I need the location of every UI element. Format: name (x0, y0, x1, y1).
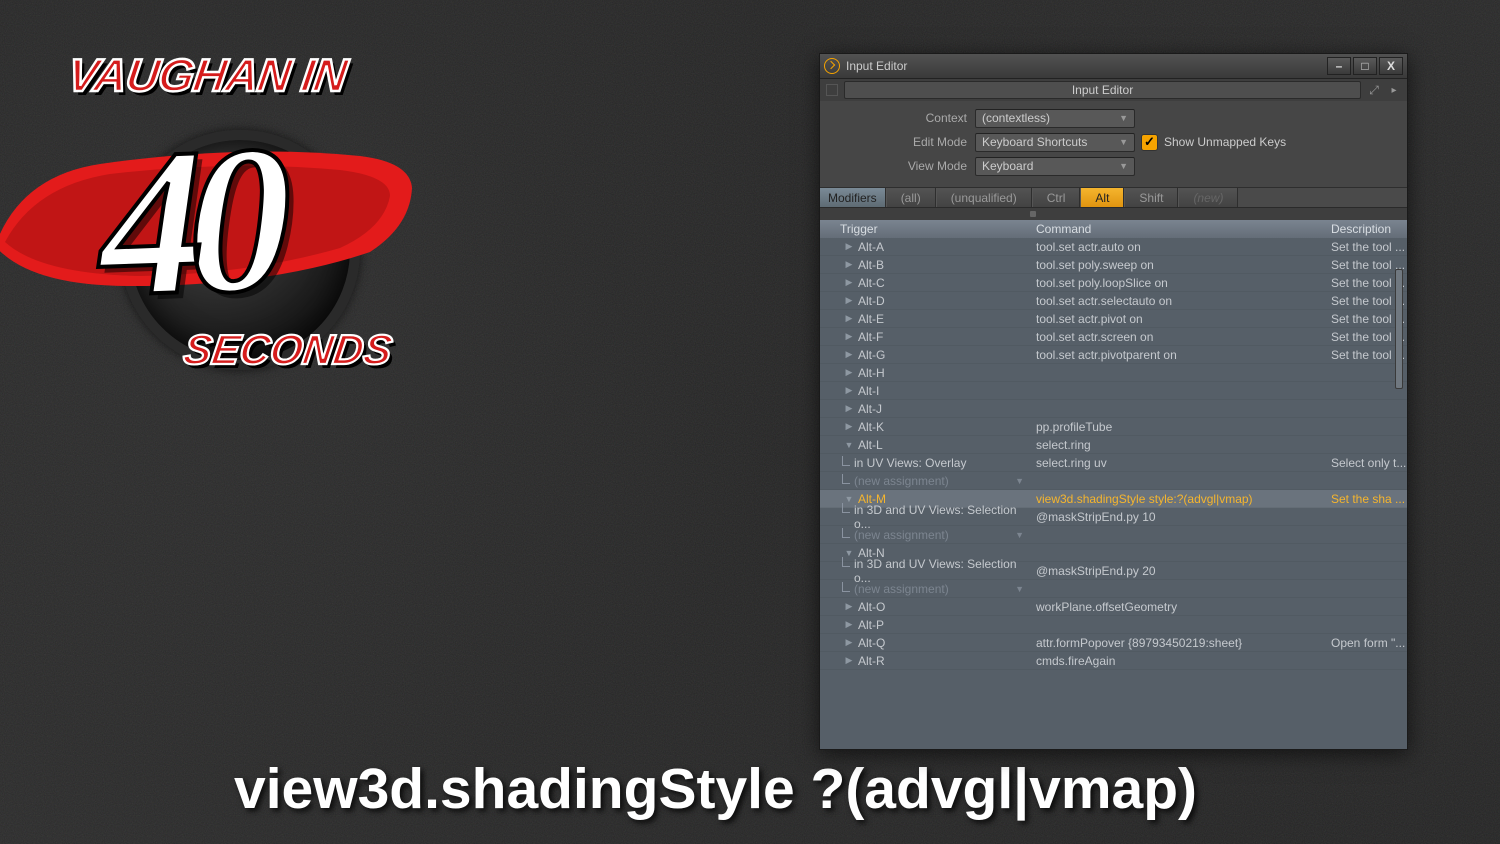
modifiers-bar: Modifiers (all) (unqualified) Ctrl Alt S… (820, 188, 1407, 208)
expand-arrow-icon[interactable]: ▶ (840, 421, 858, 432)
input-editor-window: Input Editor – □ X Input Editor ⤢ ▸ Cont… (819, 53, 1408, 750)
editmode-label: Edit Mode (828, 135, 975, 149)
table-row[interactable]: ▶Alt-Ctool.set poly.loopSlice onSet the … (820, 274, 1407, 292)
caption-text: view3d.shadingStyle ?(advgl|vmap) (234, 756, 1197, 822)
expand-arrow-icon[interactable]: ▶ (840, 277, 858, 288)
show-unmapped-label: Show Unmapped Keys (1164, 135, 1286, 149)
table-row[interactable]: ▶Alt-Qattr.formPopover {89793450219:shee… (820, 634, 1407, 652)
col-command-header[interactable]: Command (1030, 220, 1325, 238)
expand-arrow-icon[interactable]: ▶ (840, 367, 858, 378)
table-row[interactable]: ▶Alt-I (820, 382, 1407, 400)
table-row[interactable]: ▶Alt-OworkPlane.offsetGeometry (820, 598, 1407, 616)
table-row[interactable]: ▶Alt-Ftool.set actr.screen onSet the too… (820, 328, 1407, 346)
mod-new[interactable]: (new) (1178, 188, 1238, 207)
table-row[interactable]: ▶Alt-Btool.set poly.sweep onSet the tool… (820, 256, 1407, 274)
scroll-thumb[interactable] (1395, 269, 1403, 389)
context-dropdown[interactable]: (contextless)▼ (975, 109, 1135, 128)
chevron-down-icon: ▼ (1119, 113, 1128, 123)
logo: VAUGHAN IN 40 SECONDS (20, 30, 460, 370)
maximize-button[interactable]: □ (1353, 57, 1377, 75)
table-row[interactable]: ▶Alt-Atool.set actr.auto onSet the tool … (820, 238, 1407, 256)
divider-slider[interactable] (820, 208, 1407, 220)
expand-arrow-icon[interactable]: ▶ (840, 241, 858, 252)
table-row[interactable]: in UV Views: Overlayselect.ring uvSelect… (820, 454, 1407, 472)
mod-shift[interactable]: Shift (1124, 188, 1178, 207)
logo-text-top: VAUGHAN IN (64, 48, 350, 102)
table-row[interactable]: (new assignment)▼ (820, 526, 1407, 544)
table-row[interactable]: ▶Alt-Kpp.profileTube (820, 418, 1407, 436)
expand-arrow-icon[interactable]: ▶ (840, 331, 858, 342)
chevron-down-icon: ▼ (1119, 161, 1128, 171)
close-button[interactable]: X (1379, 57, 1403, 75)
table-row[interactable]: ▶Alt-Dtool.set actr.selectauto onSet the… (820, 292, 1407, 310)
table-row[interactable]: in 3D and UV Views: Selection o...@maskS… (820, 562, 1407, 580)
expand-arrow-icon[interactable]: ▶ (840, 655, 858, 666)
minimize-button[interactable]: – (1327, 57, 1351, 75)
table-row[interactable]: ▼Alt-Lselect.ring (820, 436, 1407, 454)
table-row[interactable]: ▶Alt-Gtool.set actr.pivotparent onSet th… (820, 346, 1407, 364)
viewmode-dropdown[interactable]: Keyboard▼ (975, 157, 1135, 176)
mod-unqualified[interactable]: (unqualified) (936, 188, 1032, 207)
modifiers-label: Modifiers (820, 188, 886, 207)
table-row[interactable]: (new assignment)▼ (820, 472, 1407, 490)
table-row[interactable]: ▶Alt-H (820, 364, 1407, 382)
table-row[interactable]: ▶Alt-P (820, 616, 1407, 634)
tab-grip-icon[interactable] (826, 84, 838, 96)
chevron-down-icon: ▼ (1119, 137, 1128, 147)
chevron-down-icon[interactable]: ▼ (1015, 530, 1024, 540)
expand-icon[interactable]: ⤢ (1367, 83, 1381, 97)
table-row[interactable]: ▶Alt-J (820, 400, 1407, 418)
editmode-dropdown[interactable]: Keyboard Shortcuts▼ (975, 133, 1135, 152)
logo-number: 40 (96, 99, 278, 346)
table-row[interactable]: ▶Alt-Rcmds.fireAgain (820, 652, 1407, 670)
chevron-down-icon[interactable]: ▼ (1015, 584, 1024, 594)
app-icon (824, 58, 840, 74)
chevron-down-icon[interactable]: ▼ (1015, 476, 1024, 486)
table-body[interactable]: ▶Alt-Atool.set actr.auto onSet the tool … (820, 238, 1407, 749)
mod-all[interactable]: (all) (886, 188, 936, 207)
viewmode-label: View Mode (828, 159, 975, 173)
expand-arrow-icon[interactable]: ▶ (840, 637, 858, 648)
expand-arrow-icon[interactable]: ▶ (840, 601, 858, 612)
expand-arrow-icon[interactable]: ▶ (840, 313, 858, 324)
titlebar[interactable]: Input Editor – □ X (820, 54, 1407, 79)
form-area: Context (contextless)▼ Edit Mode Keyboar… (820, 101, 1407, 188)
expand-arrow-icon[interactable]: ▶ (840, 349, 858, 360)
show-unmapped-checkbox[interactable]: ✓ (1141, 134, 1158, 151)
next-tab-icon[interactable]: ▸ (1387, 83, 1401, 97)
expand-arrow-icon[interactable]: ▶ (840, 619, 858, 630)
expand-arrow-icon[interactable]: ▶ (840, 295, 858, 306)
table-row[interactable]: (new assignment)▼ (820, 580, 1407, 598)
logo-text-bottom: SECONDS (181, 326, 395, 374)
col-trigger-header[interactable]: Trigger (820, 220, 1030, 238)
mod-alt[interactable]: Alt (1080, 188, 1124, 207)
shortcut-table: Trigger Command Description ▶Alt-Atool.s… (820, 220, 1407, 749)
table-row[interactable]: ▶Alt-Etool.set actr.pivot onSet the tool… (820, 310, 1407, 328)
table-row[interactable]: in 3D and UV Views: Selection o...@maskS… (820, 508, 1407, 526)
table-header: Trigger Command Description (820, 220, 1407, 238)
tab-input-editor[interactable]: Input Editor (844, 81, 1361, 99)
expand-arrow-icon[interactable]: ▶ (840, 385, 858, 396)
mod-ctrl[interactable]: Ctrl (1032, 188, 1081, 207)
window-title: Input Editor (846, 59, 1327, 73)
expand-arrow-icon[interactable]: ▶ (840, 403, 858, 414)
collapse-arrow-icon[interactable]: ▼ (840, 440, 858, 450)
expand-arrow-icon[interactable]: ▶ (840, 259, 858, 270)
tab-header: Input Editor ⤢ ▸ (820, 79, 1407, 101)
scrollbar[interactable] (1395, 151, 1405, 745)
context-label: Context (828, 111, 975, 125)
